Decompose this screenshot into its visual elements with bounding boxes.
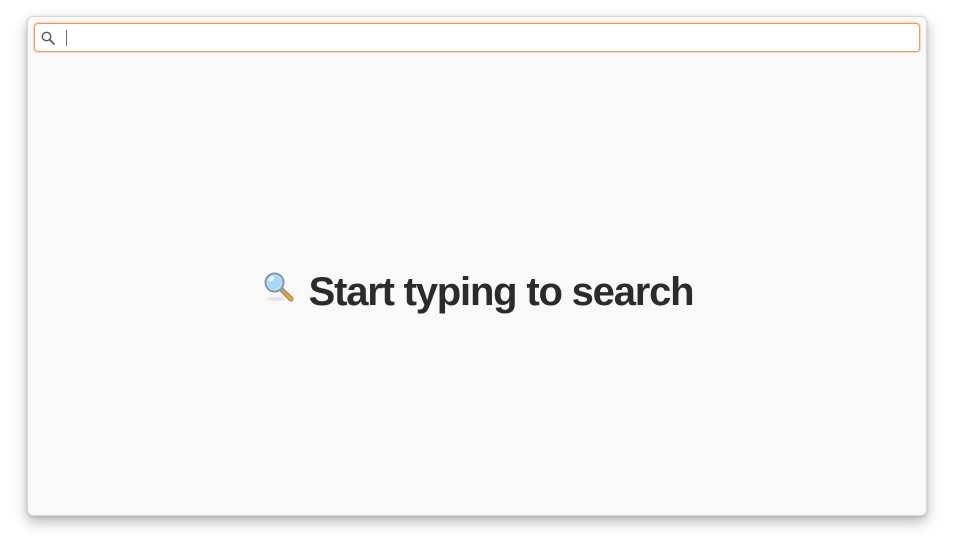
- empty-state: Start typing to search: [28, 267, 926, 317]
- empty-state-message: Start typing to search: [308, 269, 695, 314]
- search-icon: [41, 31, 55, 45]
- search-bar[interactable]: [34, 23, 920, 52]
- search-window: Start typing to search: [27, 16, 927, 516]
- text-cursor: [66, 30, 67, 46]
- search-input[interactable]: [65, 26, 905, 49]
- magnifying-glass-emoji-icon: [264, 272, 294, 302]
